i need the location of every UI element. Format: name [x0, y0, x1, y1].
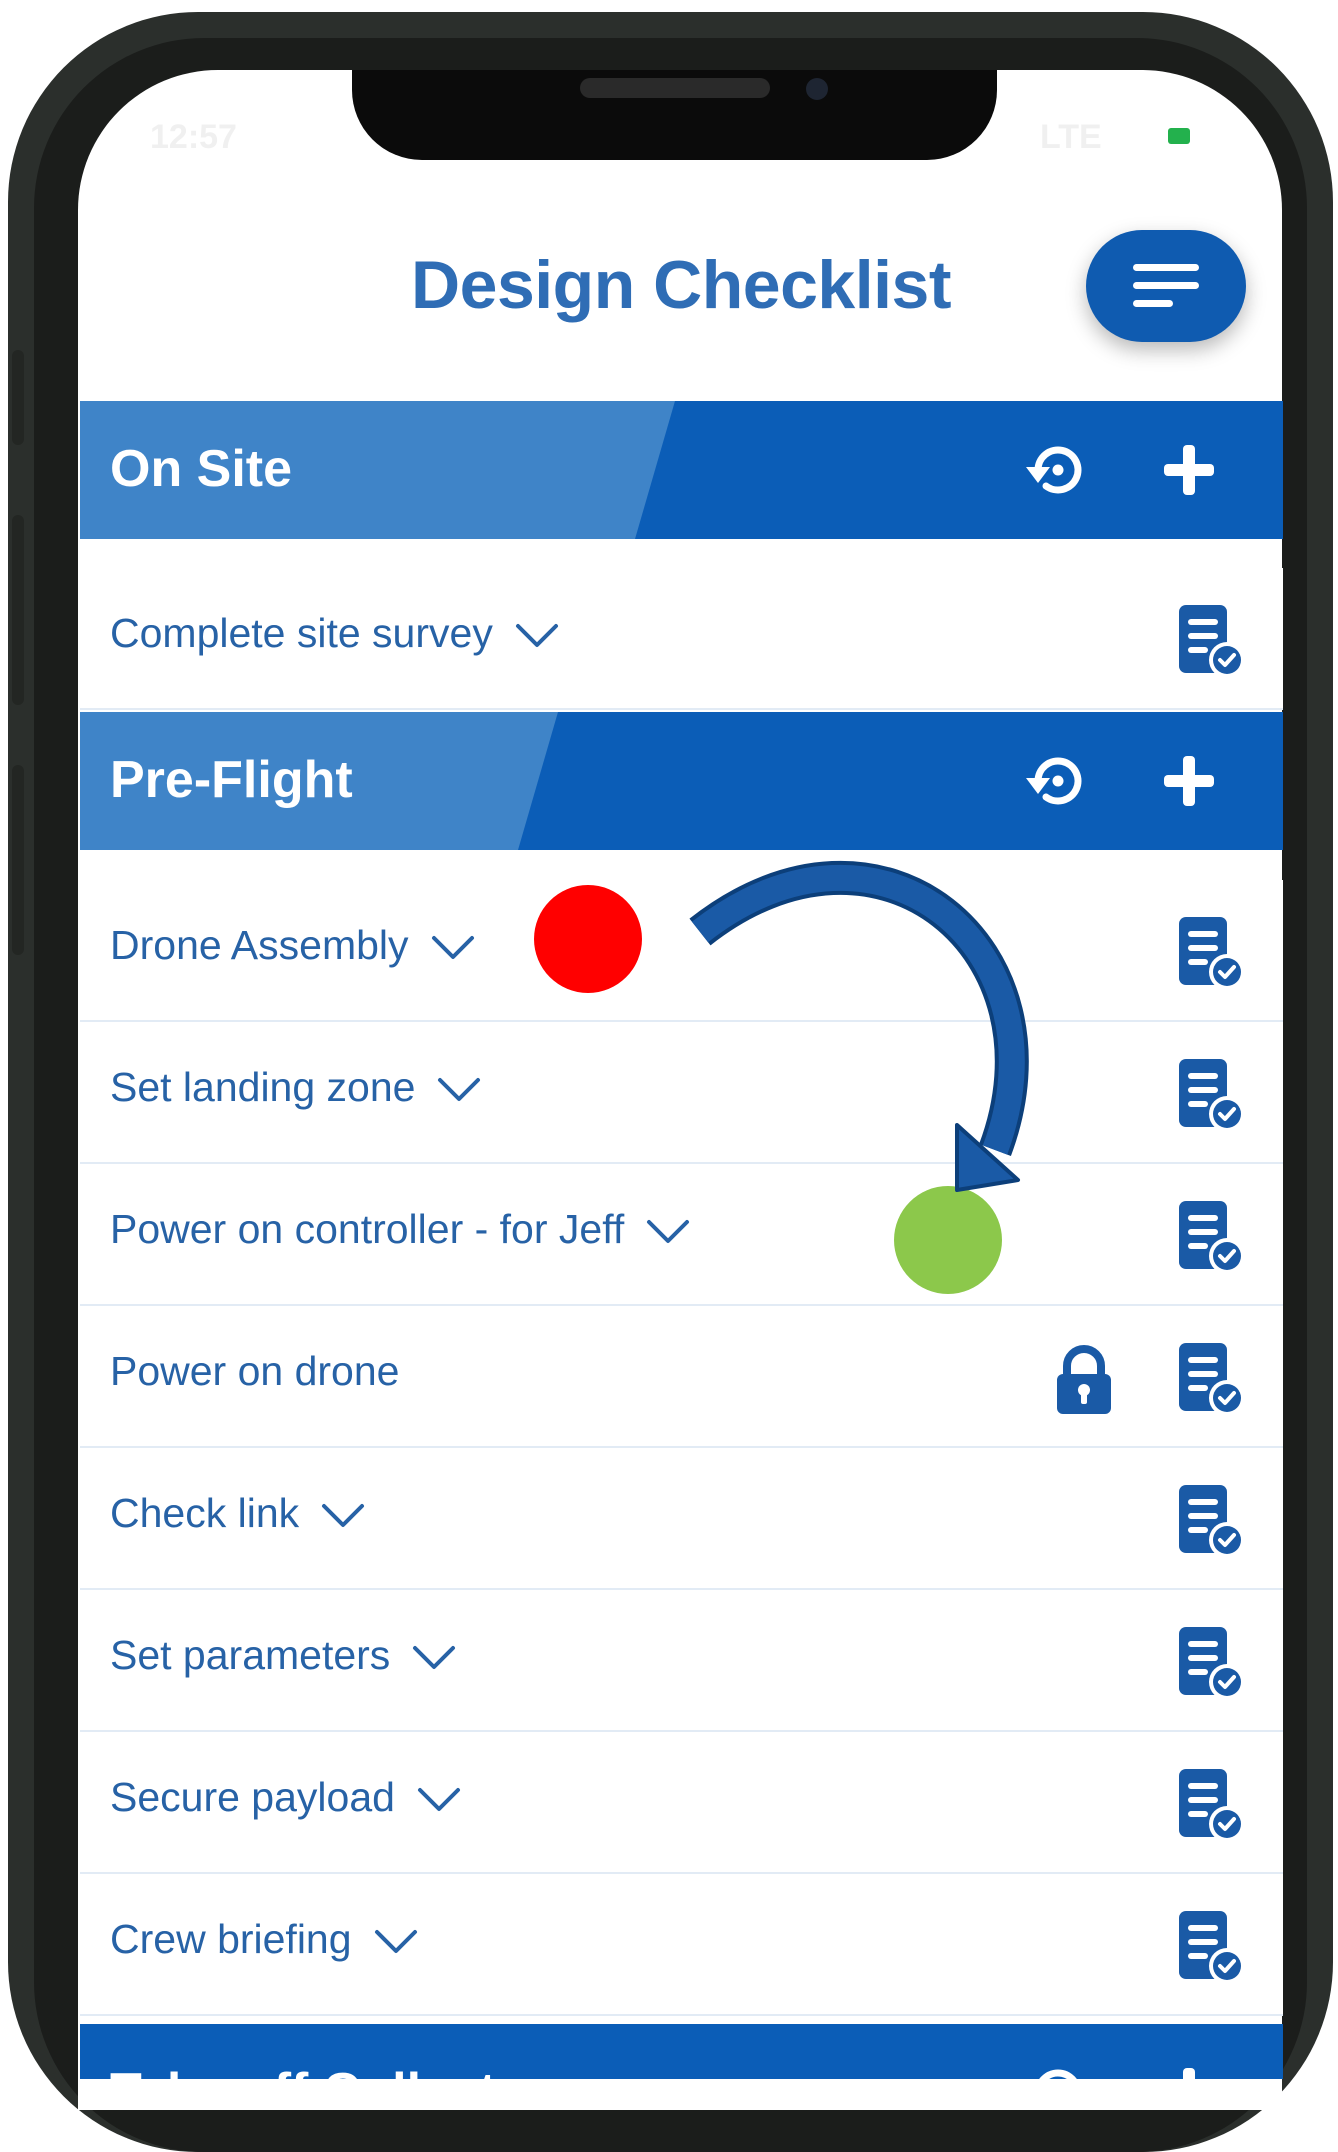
drag-arrow-icon [689, 860, 1029, 1192]
